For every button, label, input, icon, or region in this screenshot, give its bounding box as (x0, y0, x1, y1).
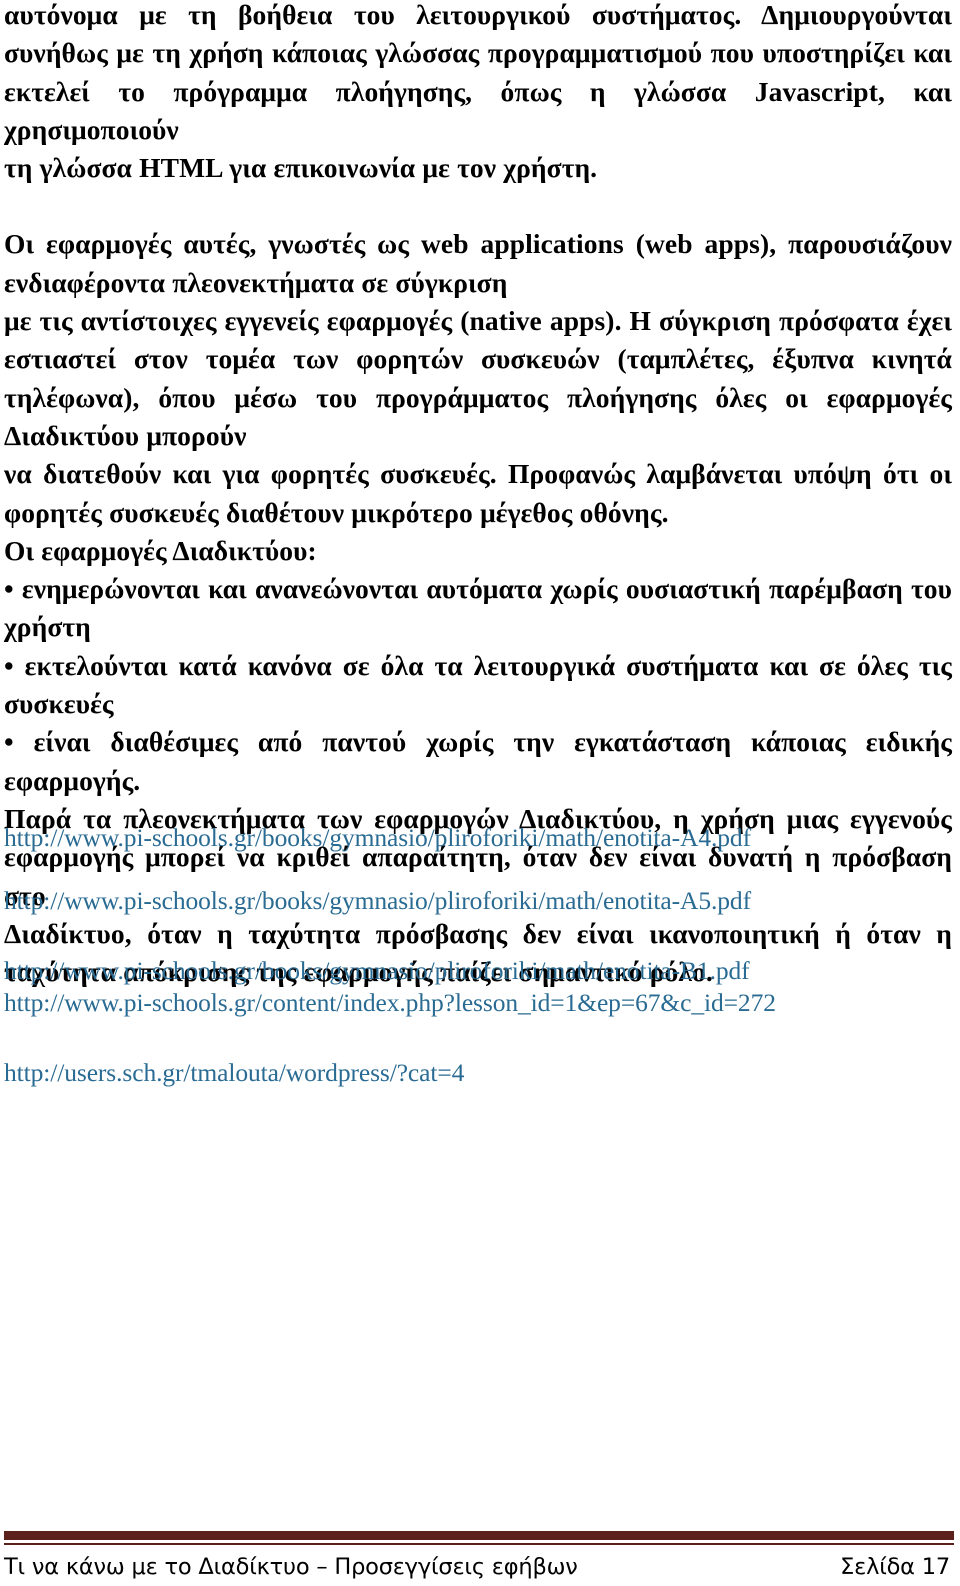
paragraph-1: αυτόνομα με τη βοήθεια του λειτουργικού … (4, 0, 952, 187)
text-line: εστιαστεί στον τομέα των φορητών συσκευώ… (4, 343, 952, 375)
text-line: με τις αντίστοιχες εγγενείς εφαρμογές (n… (4, 305, 952, 337)
text-line: φορητές συσκευές διαθέτουν μικρότερο μέγ… (4, 496, 669, 528)
footer-page-number: Σελίδα 17 (840, 1554, 950, 1580)
text-line: Διαδικτύου μπορούν (4, 419, 247, 451)
text-line: συνήθως με τη χρήση κάποιας γλώσσας προγ… (4, 37, 952, 69)
link-content-index[interactable]: http://www.pi-schools.gr/content/index.p… (4, 988, 952, 1018)
link-enotita-a5[interactable]: http://www.pi-schools.gr/books/gymnasio/… (4, 886, 952, 916)
text-line: τηλέφωνα), όπου μέσω του προγράμματος πλ… (4, 381, 952, 413)
page-footer: Τι να κάνω με το Διαδίκτυο – Προσεγγίσει… (4, 1531, 954, 1586)
document-page: αυτόνομα με τη βοήθεια του λειτουργικού … (0, 0, 960, 1586)
bullet-list-item: • είναι διαθέσιμες από παντού χωρίς την … (4, 726, 952, 758)
link-enotita-b1[interactable]: http://www.pi-schools.gr/books/gymnasio/… (4, 956, 952, 986)
bullet-list-item: • ενημερώνονται και ανανεώνονται αυτόματ… (4, 573, 952, 605)
text-line: τη γλώσσα HTML για επικοινωνία με τον χρ… (4, 152, 598, 184)
footer-rule-thin (4, 1543, 954, 1545)
text-line: Οι εφαρμογές Διαδικτύου: (4, 534, 317, 566)
footer-title: Τι να κάνω με το Διαδίκτυο – Προσεγγίσει… (4, 1554, 578, 1580)
text-line: αυτόνομα με τη βοήθεια του λειτουργικού … (4, 0, 952, 30)
reference-links: http://www.pi-schools.gr/books/gymnasio/… (4, 823, 952, 1088)
text-line: Οι εφαρμογές αυτές, γνωστές ως web appli… (4, 228, 952, 260)
link-users-sch-wordpress[interactable]: http://users.sch.gr/tmalouta/wordpress/?… (4, 1058, 952, 1088)
text-line: εκτελεί το πρόγραμμα πλοήγησης, όπως η γ… (4, 75, 952, 145)
link-enotita-a4[interactable]: http://www.pi-schools.gr/books/gymnasio/… (4, 823, 952, 853)
text-line: να διατεθούν και για φορητές συσκευές. Π… (4, 458, 952, 490)
bullet-list-item: • εκτελούνται κατά κανόνα σε όλα τα λειτ… (4, 649, 952, 681)
text-line: χρήστη (4, 611, 91, 643)
footer-rule-thick (4, 1531, 954, 1540)
text-line: συσκευές (4, 688, 114, 720)
footer-row: Τι να κάνω με το Διαδίκτυο – Προσεγγίσει… (4, 1554, 954, 1580)
text-line: εφαρμογής. (4, 764, 141, 796)
text-line: ενδιαφέροντα πλεονεκτήματα σε σύγκριση (4, 266, 508, 298)
